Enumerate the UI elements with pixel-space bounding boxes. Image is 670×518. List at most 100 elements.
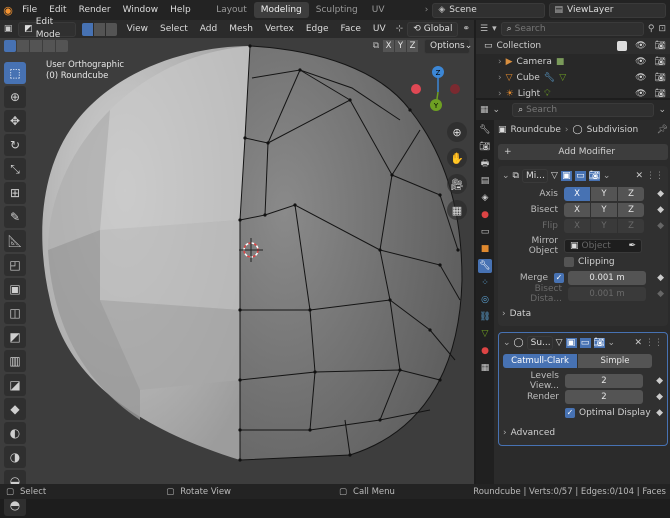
viewport-toggle-icon[interactable]: ▭ — [574, 171, 586, 181]
texture-tab-icon[interactable]: ▦ — [478, 361, 492, 375]
levels-animate-icon[interactable]: ◆ — [656, 376, 663, 386]
bisect-y-toggle[interactable]: Y — [591, 203, 617, 217]
tab-uv-editing[interactable]: UV Editing — [365, 2, 421, 31]
world-tab-icon[interactable]: ● — [478, 208, 492, 222]
expand-icon[interactable]: › — [498, 73, 502, 83]
axis-animate-icon[interactable]: ◆ — [657, 189, 664, 199]
material-tab-icon[interactable]: ● — [478, 344, 492, 358]
mirror-drag-handle-icon[interactable]: ⋮⋮ — [646, 171, 664, 181]
flip-x-toggle[interactable]: X — [564, 219, 590, 233]
outliner-filter-icon[interactable]: ▾ — [492, 24, 497, 34]
menu-view[interactable]: View — [121, 24, 154, 34]
merge-animate-icon[interactable]: ◆ — [657, 273, 664, 283]
simple-toggle[interactable]: Simple — [578, 354, 652, 368]
cube-visibility-icon[interactable]: 👁︎ — [635, 73, 646, 83]
add-modifier-button[interactable]: + Add Modifier — [498, 144, 668, 160]
knife-tool-icon[interactable]: ◪ — [4, 374, 26, 396]
levels-viewport-field[interactable]: 2 — [565, 374, 643, 388]
poly-build-tool-icon[interactable]: ◆ — [4, 398, 26, 420]
edge-select-icon[interactable] — [93, 22, 105, 36]
bevel-tool-icon[interactable]: ◩ — [4, 326, 26, 348]
tabs-chevron-icon[interactable]: › — [421, 5, 433, 15]
gizmo-x-icon[interactable] — [411, 84, 421, 94]
cursor-tool-icon[interactable]: ⊕ — [4, 86, 26, 108]
axis-y-toggle[interactable]: Y — [591, 187, 617, 201]
3d-viewport[interactable]: User Orthographic (0) Roundcube Z Y ⊕ ✋ … — [0, 38, 474, 484]
physics-tab-icon[interactable]: ◎ — [478, 293, 492, 307]
menu-select[interactable]: Select — [154, 24, 194, 34]
subdivision-menu-chevron-icon[interactable]: ⌄ — [608, 338, 616, 348]
menu-uv[interactable]: UV — [367, 24, 392, 34]
options-dropdown[interactable]: Options ⌄ — [424, 38, 472, 54]
expand-icon[interactable]: › — [498, 89, 502, 99]
extrude-tool-icon[interactable]: ▣ — [4, 278, 26, 300]
output-tab-icon[interactable]: 🖶︎ — [478, 157, 492, 171]
tool-tab-icon[interactable]: 🔧︎ — [478, 123, 492, 137]
viewport-toggle-icon[interactable]: ▭ — [579, 338, 591, 348]
eyedropper-icon[interactable]: ✒ — [628, 240, 636, 253]
data-subpanel-header[interactable]: › Data — [502, 306, 664, 322]
merge-checkbox[interactable]: ✓ — [554, 273, 564, 283]
edit-mode-toggle-icon[interactable]: ▣ — [565, 338, 577, 348]
flip-y-toggle[interactable]: Y — [591, 219, 617, 233]
outliner-collection-row[interactable]: ▭ Collection 👁︎ 📷︎ — [476, 38, 670, 54]
on-cage-icon[interactable]: ▽ — [556, 338, 563, 348]
bisect-distance-animate-icon[interactable]: ◆ — [657, 289, 664, 299]
collection-tab-icon[interactable]: ▭ — [478, 225, 492, 239]
menu-face[interactable]: Face — [335, 24, 367, 34]
render-toggle-icon[interactable]: 📷︎ — [593, 338, 605, 348]
add-cube-tool-icon[interactable]: ◰ — [4, 254, 26, 276]
tab-layout[interactable]: Layout — [209, 2, 254, 18]
inset-tool-icon[interactable]: ◫ — [4, 302, 26, 324]
select-invert-icon[interactable] — [43, 40, 55, 52]
pin-icon[interactable]: 📌︎ — [657, 125, 668, 135]
outliner-search[interactable]: ⌕ Search — [500, 22, 644, 36]
zoom-icon[interactable]: ⊕ — [447, 122, 467, 142]
outliner-funnel-icon[interactable]: ⚲ — [648, 24, 655, 34]
menu-vertex[interactable]: Vertex — [259, 24, 300, 34]
expand-icon[interactable]: › — [498, 57, 502, 67]
transform-pivot-icon[interactable]: ⊹ — [392, 24, 408, 34]
select-box-tool-icon[interactable]: ⬚ — [4, 62, 26, 84]
camera-render-icon[interactable]: 📷︎ — [655, 57, 666, 67]
render-toggle-icon[interactable]: 📷︎ — [588, 171, 600, 181]
menu-add[interactable]: Add — [194, 24, 223, 34]
pan-hand-icon[interactable]: ✋ — [447, 148, 467, 168]
navigation-gizmo[interactable]: Z Y — [405, 64, 465, 124]
outliner-item-camera[interactable]: › ▶ Camera ■ 👁︎ 📷︎ — [476, 54, 670, 70]
camera-visibility-icon[interactable]: 👁︎ — [635, 57, 646, 67]
optimal-display-checkbox[interactable]: ✓ — [565, 408, 575, 418]
camera-view-icon[interactable]: 🎥︎ — [447, 174, 467, 194]
data-tab-icon[interactable]: ▽ — [478, 327, 492, 341]
tab-sculpting[interactable]: Sculpting — [309, 2, 365, 18]
outliner-editor-icon[interactable]: ☰ — [480, 24, 488, 34]
menu-help[interactable]: Help — [164, 0, 197, 20]
collection-visibility-icon[interactable]: 👁︎ — [635, 41, 646, 51]
loop-cut-tool-icon[interactable]: ▥ — [4, 350, 26, 372]
collapse-chevron-icon[interactable]: ⌄ — [503, 338, 511, 348]
scene-selector[interactable]: ◈ Scene — [432, 2, 545, 18]
tab-modeling[interactable]: Modeling — [253, 2, 309, 18]
vertex-select-icon[interactable] — [81, 22, 93, 36]
subdivision-drag-handle-icon[interactable]: ⋮⋮ — [645, 338, 663, 348]
mirror-y-toggle[interactable]: Y — [395, 40, 406, 52]
transform-tool-icon[interactable]: ⊞ — [4, 182, 26, 204]
flip-z-toggle[interactable]: Z — [618, 219, 644, 233]
mirror-x-toggle[interactable]: X — [383, 40, 394, 52]
spin-tool-icon[interactable]: ◐ — [4, 422, 26, 444]
view-layer-tab-icon[interactable]: ▤ — [478, 174, 492, 188]
properties-editor-icon[interactable]: ▦ — [480, 105, 489, 115]
select-subtract-icon[interactable] — [30, 40, 42, 52]
flip-animate-icon[interactable]: ◆ — [657, 221, 664, 231]
bisect-x-toggle[interactable]: X — [564, 203, 590, 217]
mirror-object-field[interactable]: ▣ Object ✒ — [564, 239, 642, 253]
mirror-remove-icon[interactable]: ✕ — [635, 171, 643, 181]
view-layer-selector[interactable]: ▤ ViewLayer — [548, 2, 667, 18]
bisect-z-toggle[interactable]: Z — [618, 203, 644, 217]
menu-edge[interactable]: Edge — [300, 24, 335, 34]
properties-search[interactable]: ⌕ Search — [512, 103, 655, 117]
menu-render[interactable]: Render — [73, 0, 117, 20]
axis-x-toggle[interactable]: X — [564, 187, 590, 201]
advanced-subpanel-header[interactable]: › Advanced — [503, 425, 663, 441]
face-select-icon[interactable] — [105, 22, 117, 36]
